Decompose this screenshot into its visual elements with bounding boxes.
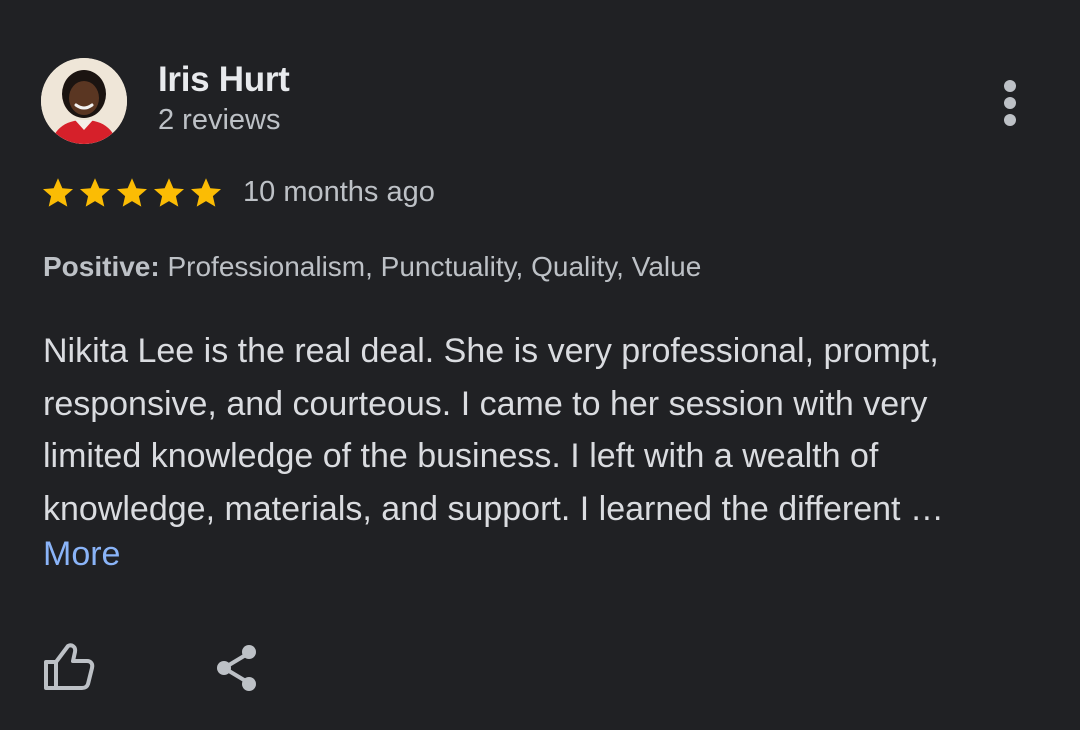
review-text: Nikita Lee is the real deal. She is very… — [43, 325, 1053, 535]
star-icon — [77, 175, 113, 211]
review-text-line: responsive, and courteous. I came to her… — [43, 384, 928, 423]
avatar-photo — [41, 58, 127, 144]
more-link[interactable]: More — [43, 535, 120, 574]
review-card: Iris Hurt 2 reviews 10 months ago Positi… — [0, 0, 1080, 730]
review-time: 10 months ago — [243, 176, 435, 208]
review-attributes: Positive: Professionalism, Punctuality, … — [43, 251, 701, 283]
attributes-label: Positive: — [43, 251, 160, 282]
star-rating — [40, 175, 224, 211]
more-options-button[interactable] — [994, 78, 1026, 128]
author-name[interactable]: Iris Hurt — [158, 60, 290, 100]
share-icon — [217, 645, 256, 691]
star-icon — [151, 175, 187, 211]
review-text-line: Nikita Lee is the real deal. She is very… — [43, 332, 939, 370]
attributes-values: Professionalism, Punctuality, Quality, V… — [159, 251, 702, 282]
share-button[interactable] — [212, 642, 262, 694]
review-text-line: knowledge, materials, and support. I lea… — [43, 489, 944, 528]
author-avatar[interactable] — [41, 58, 127, 144]
star-icon — [188, 175, 224, 211]
review-text-line: limited knowledge of the business. I lef… — [43, 437, 879, 475]
author-review-count[interactable]: 2 reviews — [158, 104, 281, 137]
like-button[interactable] — [40, 640, 96, 694]
thumb-up-icon — [44, 643, 95, 690]
more-vert-icon — [1004, 80, 1016, 92]
star-icon — [114, 175, 150, 211]
star-icon — [40, 175, 76, 211]
